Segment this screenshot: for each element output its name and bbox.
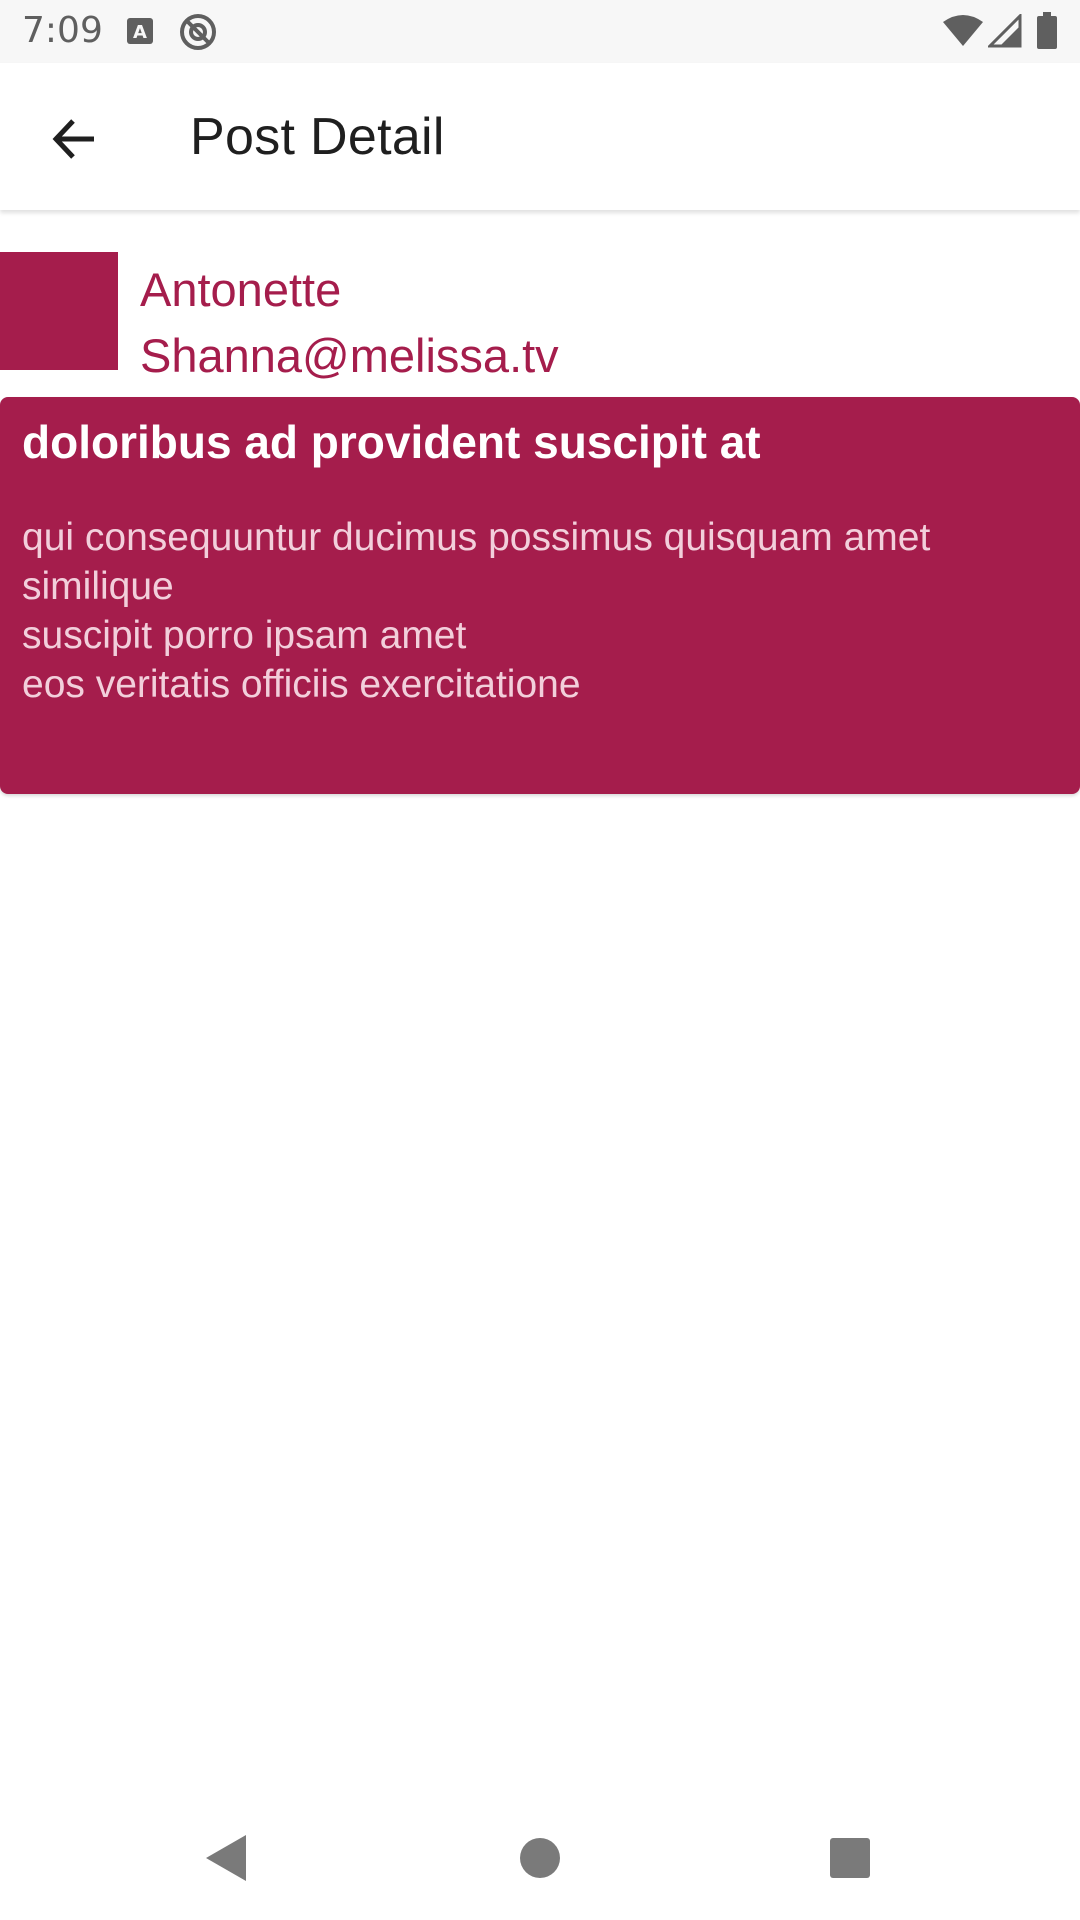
status-bar: 7:09 A: [0, 0, 1080, 63]
author-email: Shanna@melissa.tv: [140, 329, 559, 382]
back-triangle-icon: [202, 1833, 250, 1888]
status-time: 7:09: [22, 10, 103, 51]
system-nav-bar: [0, 1800, 1080, 1920]
recents-square-icon: [829, 1837, 871, 1884]
at-sign-icon: [178, 12, 218, 57]
nav-home-button[interactable]: [510, 1830, 570, 1890]
app-bar: Post Detail: [0, 63, 1080, 210]
wifi-icon: [942, 14, 984, 53]
post-body: qui consequuntur ducimus possimus quisqu…: [22, 516, 931, 706]
svg-text:A: A: [133, 22, 147, 43]
arrow-back-icon: [48, 113, 100, 170]
post-title: doloribus ad provident suscipit at: [22, 416, 761, 468]
nav-recents-button[interactable]: [820, 1830, 880, 1890]
battery-icon: [1036, 12, 1058, 55]
page-title: Post Detail: [190, 108, 445, 166]
font-download-icon: A: [125, 16, 155, 51]
nav-back-button[interactable]: [196, 1830, 256, 1890]
author-name: Antonette: [140, 263, 342, 316]
post-card: doloribus ad provident suscipit at qui c…: [0, 397, 1080, 794]
avatar: [0, 252, 118, 370]
back-button[interactable]: [34, 101, 114, 181]
cellular-signal-icon: [986, 12, 1022, 53]
screen: 7:09 A Post Detail Antonette Shanna@meli…: [0, 0, 1080, 1920]
home-circle-icon: [518, 1836, 562, 1885]
